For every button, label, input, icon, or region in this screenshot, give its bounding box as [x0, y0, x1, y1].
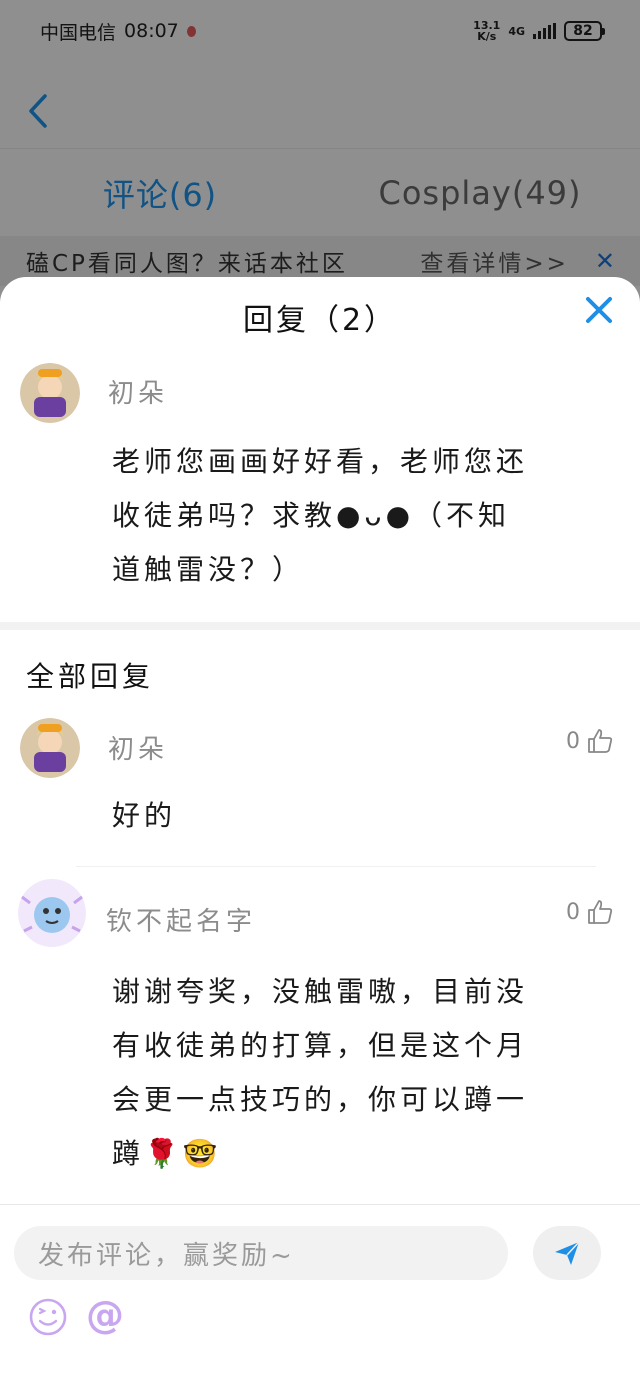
- reply-text: 好的: [112, 789, 612, 843]
- reply-text: 谢谢夸奖，没触雷嗷，目前没 有收徒弟的打算，但是这个月 会更一点技巧的，你可以蹲…: [112, 965, 612, 1181]
- avatar[interactable]: [20, 718, 80, 778]
- like-button[interactable]: 0: [566, 727, 614, 755]
- thumbs-up-icon: [588, 729, 613, 753]
- reply-username[interactable]: 钦不起名字: [106, 901, 256, 938]
- mention-button[interactable]: @: [86, 1293, 124, 1337]
- thumbs-up-icon: [588, 900, 613, 924]
- avatar-image: [20, 363, 80, 423]
- emoji-icon[interactable]: [28, 1297, 68, 1337]
- comment-line: 老师您画画好好看，老师您还: [112, 445, 529, 478]
- comment-input-bar: 发布评论，赢奖励~ @: [0, 1204, 640, 1387]
- reply-line: 蹲🌹🤓: [112, 1137, 222, 1170]
- avatar-image: [18, 879, 86, 947]
- reply-line: 会更一点技巧的，你可以蹲一: [112, 1083, 529, 1116]
- like-count: 0: [566, 728, 580, 754]
- send-icon: [555, 1241, 580, 1265]
- sheet-title: 回复（2）: [242, 303, 398, 338]
- like-count: 0: [566, 899, 580, 925]
- reply-username[interactable]: 初朵: [108, 729, 168, 766]
- comment-username[interactable]: 初朵: [108, 373, 168, 410]
- reply-sheet: 回复（2） 初朵 老师您画画好好看，老师您还 收徒弟吗？求教●ᴗ●（不知 道触雷…: [0, 277, 640, 1387]
- avatar-image: [20, 718, 80, 778]
- comment-input[interactable]: 发布评论，赢奖励~: [14, 1226, 508, 1280]
- comment-text: 老师您画画好好看，老师您还 收徒弟吗？求教●ᴗ●（不知 道触雷没？）: [112, 435, 612, 597]
- close-icon[interactable]: [582, 293, 616, 327]
- send-button[interactable]: [533, 1226, 601, 1280]
- comment-line: 收徒弟吗？求教●ᴗ●（不知: [112, 499, 510, 532]
- avatar[interactable]: [20, 363, 80, 423]
- section-title: 全部回复: [26, 660, 155, 693]
- like-button[interactable]: 0: [566, 898, 614, 926]
- reply-line: 有收徒弟的打算，但是这个月: [112, 1029, 529, 1062]
- avatar[interactable]: [16, 877, 88, 949]
- section-divider: [0, 622, 640, 630]
- reply-line: 谢谢夸奖，没触雷嗷，目前没: [112, 975, 529, 1008]
- comment-line: 道触雷没？）: [112, 553, 305, 586]
- reply-divider: [76, 866, 596, 867]
- reply-line: 好的: [112, 799, 177, 832]
